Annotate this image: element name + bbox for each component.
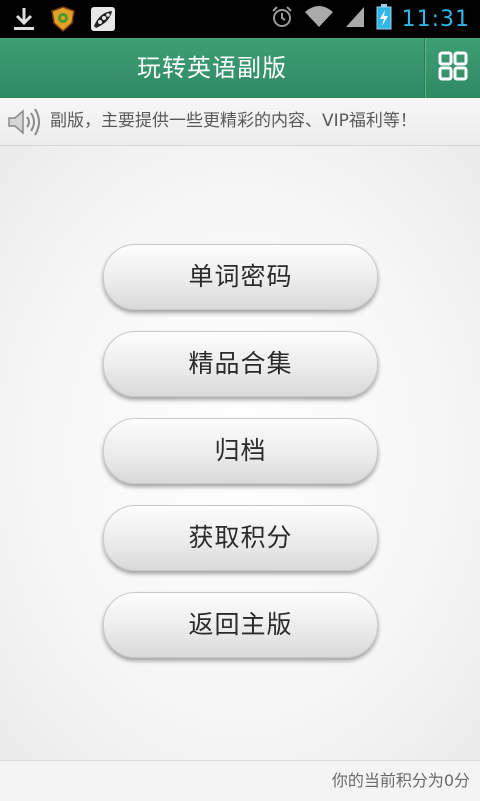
alarm-icon [270,5,294,33]
grid-menu-button[interactable] [424,38,480,98]
page-title: 玩转英语副版 [137,54,287,82]
speaker-icon [6,108,42,140]
battery-charging-icon [376,4,392,34]
get-points-button[interactable]: 获取积分 [103,505,378,571]
wifi-icon [304,5,334,33]
notice-bar: 副版，主要提供一些更精彩的内容、VIP福利等！ [0,98,480,146]
footer: 你的当前积分为0分 [0,760,480,801]
archive-button[interactable]: 归档 [103,418,378,484]
pea-app-icon [90,6,116,36]
collection-button[interactable]: 精品合集 [103,331,378,397]
signal-icon [344,5,366,33]
download-icon [12,6,36,36]
shield-app-icon [50,6,76,36]
title-bar: 玩转英语副版 [0,38,480,99]
return-main-button[interactable]: 返回主版 [103,592,378,658]
word-password-button[interactable]: 单词密码 [103,244,378,310]
status-bar: 11:31 [0,0,480,38]
notice-text: 副版，主要提供一些更精彩的内容、VIP福利等！ [50,111,417,131]
points-status: 你的当前积分为0分 [331,771,470,790]
clock: 11:31 [401,6,470,32]
main-menu: 单词密码 精品合集 归档 获取积分 返回主版 [0,146,480,760]
grid-icon [438,51,468,85]
